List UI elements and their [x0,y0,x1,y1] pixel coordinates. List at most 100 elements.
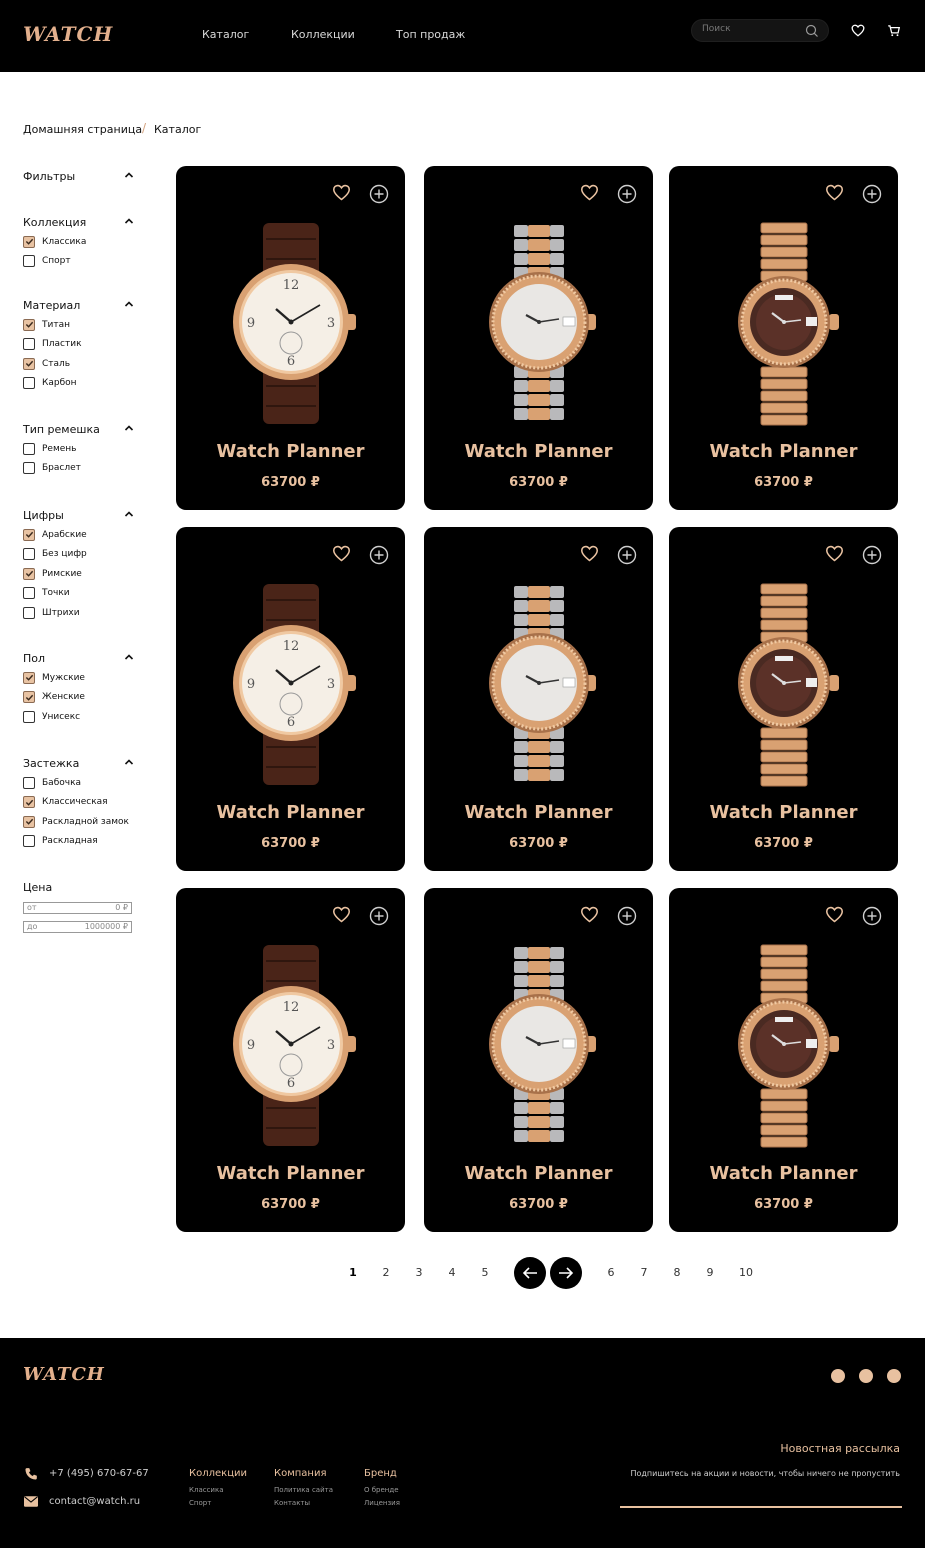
checkbox[interactable] [23,548,35,561]
product-title[interactable]: Watch Planner [176,802,405,823]
filter-option[interactable]: Браслет [23,459,135,479]
product-image[interactable]: 12 6 3 9 [216,943,366,1152]
prev-page-button[interactable] [514,1257,546,1289]
product-title[interactable]: Watch Planner [176,1163,405,1184]
filter-group-header[interactable]: Коллекция [23,215,135,229]
product-card[interactable]: 12 6 3 9 Watch Planner 63700 ₽ [176,527,405,871]
filter-group-header[interactable]: Застежка [23,756,135,770]
filters-header[interactable]: Фильтры [23,169,135,183]
chevron-up-icon[interactable] [123,422,135,437]
nav-catalog[interactable]: Каталог [202,28,249,41]
checkbox[interactable] [23,815,35,828]
filter-option[interactable]: Без цифр [23,545,135,565]
product-image[interactable]: 12 6 3 9 [216,221,366,430]
page-number[interactable]: 5 [475,1266,495,1279]
filter-option[interactable]: Штрихи [23,603,135,623]
nav-collections[interactable]: Коллекции [291,28,355,41]
filter-option[interactable]: Бабочка [23,773,135,793]
product-image[interactable] [709,582,859,791]
filter-group-header[interactable]: Цифры [23,508,135,522]
add-to-cart-icon[interactable] [369,545,389,569]
heart-icon[interactable] [332,906,351,927]
telegram-icon[interactable] [887,1369,901,1383]
filter-option[interactable]: Спорт [23,252,135,272]
footer-col-company[interactable]: Компания [274,1468,326,1479]
page-number[interactable]: 2 [376,1266,396,1279]
product-card[interactable]: Watch Planner 63700 ₽ [424,527,653,871]
product-title[interactable]: Watch Planner [424,802,653,823]
newsletter-email-input[interactable] [620,1506,902,1508]
filter-option[interactable]: Арабские [23,525,135,545]
checkbox[interactable] [23,442,35,455]
heart-icon[interactable] [332,184,351,205]
product-title[interactable]: Watch Planner [669,802,898,823]
checkbox[interactable] [23,357,35,370]
checkbox[interactable] [23,606,35,619]
nav-top-sales[interactable]: Топ продаж [396,28,465,41]
footer-logo[interactable]: WATCH [23,1364,105,1385]
checkbox[interactable] [23,528,35,541]
page-number[interactable]: 3 [409,1266,429,1279]
brand-logo[interactable]: WATCH [23,22,113,46]
heart-icon[interactable] [580,545,599,566]
filter-option[interactable]: Раскладная [23,832,135,852]
footer-col-brand[interactable]: Бренд [364,1468,397,1479]
filter-option[interactable]: Ремень [23,439,135,459]
page-number[interactable]: 9 [700,1266,720,1279]
add-to-cart-icon[interactable] [617,184,637,208]
footer-col-collections[interactable]: Коллекции [189,1468,247,1479]
page-number[interactable]: 8 [667,1266,687,1279]
product-title[interactable]: Watch Planner [669,1163,898,1184]
price-from-input[interactable]: от 0 ₽ [23,902,132,914]
footer-link[interactable]: О бренде [364,1486,399,1494]
filter-option[interactable]: Классическая [23,793,135,813]
checkbox[interactable] [23,377,35,390]
product-card[interactable]: 12 6 3 9 Watch Planner 63700 ₽ [176,166,405,510]
filter-option[interactable]: Классика [23,232,135,252]
heart-icon[interactable] [580,906,599,927]
chevron-up-icon[interactable] [123,169,135,184]
checkbox[interactable] [23,671,35,684]
heart-icon[interactable] [825,545,844,566]
chevron-up-icon[interactable] [123,298,135,313]
footer-link[interactable]: Спорт [189,1499,211,1507]
product-title[interactable]: Watch Planner [669,441,898,462]
checkbox[interactable] [23,255,35,268]
footer-phone[interactable]: +7 (495) 670-67-67 [49,1468,149,1479]
footer-link[interactable]: Политика сайта [274,1486,333,1494]
product-card[interactable]: Watch Planner 63700 ₽ [424,888,653,1232]
price-to-input[interactable]: до 1000000 ₽ [23,921,132,933]
product-card[interactable]: Watch Planner 63700 ₽ [669,527,898,871]
vk-icon[interactable] [859,1369,873,1383]
checkbox[interactable] [23,835,35,848]
checkbox[interactable] [23,318,35,331]
heart-icon[interactable] [825,906,844,927]
checkbox[interactable] [23,710,35,723]
page-number[interactable]: 10 [736,1266,756,1279]
filter-option[interactable]: Точки [23,584,135,604]
heart-icon[interactable] [851,24,865,37]
checkbox[interactable] [23,462,35,475]
checkbox[interactable] [23,691,35,704]
heart-icon[interactable] [580,184,599,205]
add-to-cart-icon[interactable] [369,906,389,930]
page-number[interactable]: 4 [442,1266,462,1279]
chevron-up-icon[interactable] [123,756,135,771]
heart-icon[interactable] [332,545,351,566]
filter-group-header[interactable]: Материал [23,298,135,312]
chevron-up-icon[interactable] [123,215,135,230]
filter-option[interactable]: Женские [23,688,135,708]
product-image[interactable] [464,582,614,791]
product-card[interactable]: Watch Planner 63700 ₽ [669,166,898,510]
cart-icon[interactable] [887,24,901,37]
add-to-cart-icon[interactable] [617,906,637,930]
add-to-cart-icon[interactable] [862,906,882,930]
product-image[interactable] [464,943,614,1152]
filter-option[interactable]: Унисекс [23,707,135,727]
chevron-up-icon[interactable] [123,508,135,523]
filter-option[interactable]: Римские [23,564,135,584]
product-title[interactable]: Watch Planner [176,441,405,462]
product-image[interactable]: 12 6 3 9 [216,582,366,791]
add-to-cart-icon[interactable] [862,184,882,208]
product-card[interactable]: Watch Planner 63700 ₽ [669,888,898,1232]
